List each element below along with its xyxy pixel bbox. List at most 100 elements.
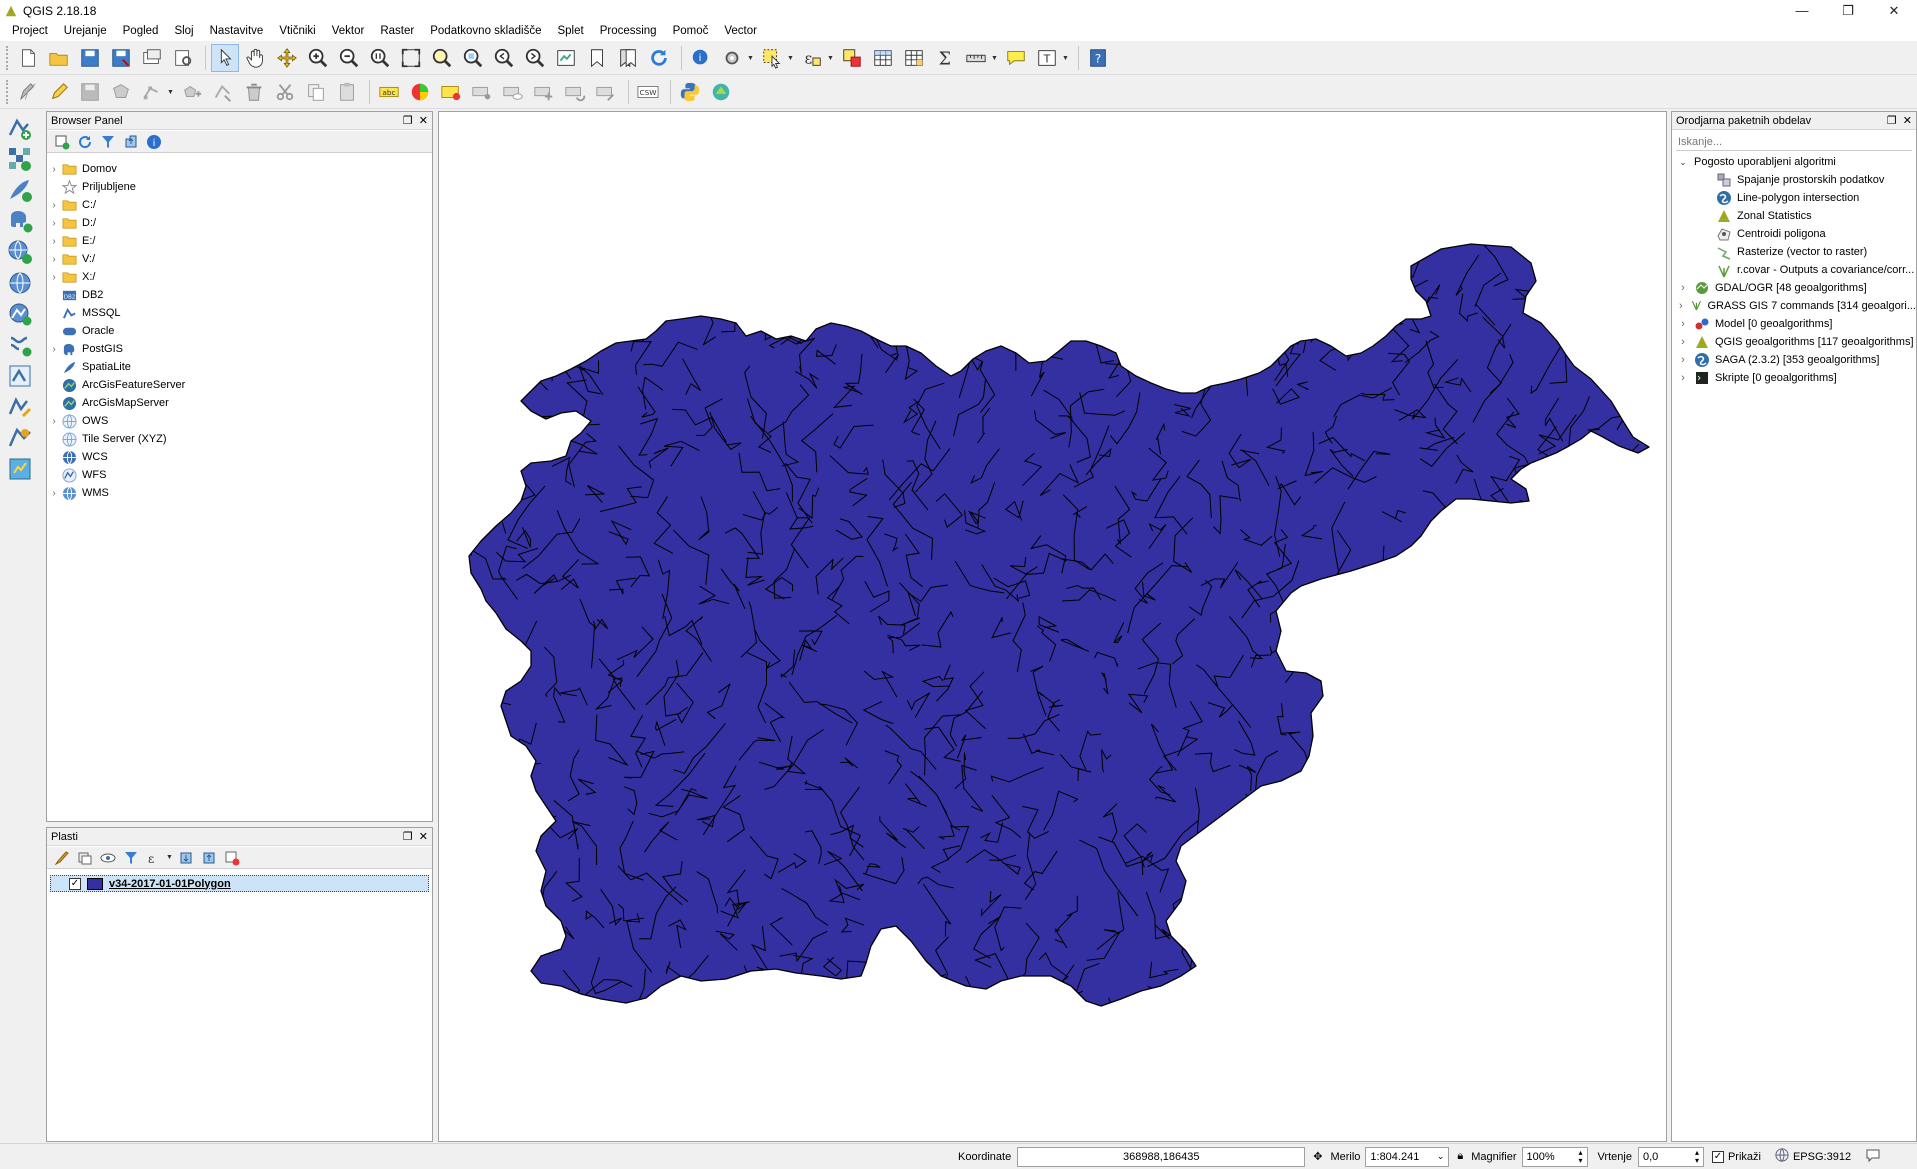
close-panel-icon[interactable]: ✕ xyxy=(1903,114,1912,127)
processing-provider-item[interactable]: › GDAL/OGR [48 geoalgorithms] xyxy=(1672,279,1916,297)
maximize-button[interactable]: ❐ xyxy=(1825,0,1871,21)
python-console-button[interactable] xyxy=(676,78,704,106)
chevron-right-icon[interactable]: › xyxy=(1672,282,1694,294)
open-attribute-table-button[interactable] xyxy=(869,44,897,72)
run-feature-action-button[interactable] xyxy=(718,44,746,72)
change-label-button[interactable] xyxy=(592,78,620,106)
copy-features-button[interactable] xyxy=(302,78,330,106)
select-features-button[interactable] xyxy=(758,44,786,72)
node-edit-button[interactable] xyxy=(209,78,237,106)
chevron-down-icon[interactable]: ⌄ xyxy=(1672,157,1694,168)
browser-item-d-drive[interactable]: › D:/ xyxy=(47,214,432,232)
diagram-button[interactable] xyxy=(406,78,434,106)
chevron-right-icon[interactable]: › xyxy=(47,488,61,499)
composer-manager-button[interactable] xyxy=(169,44,197,72)
processing-provider-item[interactable]: › Skripte [0 geoalgorithms] xyxy=(1672,369,1916,387)
chevron-down-icon[interactable]: ▼ xyxy=(166,854,174,861)
menu-raster[interactable]: Raster xyxy=(372,21,422,41)
deselect-features-button[interactable] xyxy=(838,44,866,72)
chevron-down-icon[interactable]: ▼ xyxy=(991,55,999,62)
chevron-down-icon[interactable]: ▼ xyxy=(827,55,835,62)
close-panel-icon[interactable]: ✕ xyxy=(419,114,428,127)
text-annotation-button[interactable]: T xyxy=(1033,44,1061,72)
menu-splet[interactable]: Splet xyxy=(549,21,591,41)
save-as-button[interactable] xyxy=(107,44,135,72)
open-field-calculator-button[interactable] xyxy=(900,44,928,72)
save-layer-edits-button[interactable] xyxy=(76,78,104,106)
new-shapefile-layer-button[interactable] xyxy=(3,392,37,422)
manage-visibility-button[interactable] xyxy=(99,849,117,867)
delete-selected-button[interactable] xyxy=(240,78,268,106)
layer-labeling-button[interactable]: abc xyxy=(375,78,403,106)
chevron-right-icon[interactable]: › xyxy=(47,236,61,247)
pan-to-selection-button[interactable] xyxy=(273,44,301,72)
processing-group-recent[interactable]: ⌄ Pogosto uporabljeni algoritmi xyxy=(1672,153,1916,171)
render-checkbox[interactable]: ✓ xyxy=(1711,1150,1724,1163)
chevron-down-icon[interactable]: ▼ xyxy=(747,55,755,62)
browser-item-priljubljene[interactable]: Priljubljene xyxy=(47,178,432,196)
processing-algorithm-item[interactable]: r.covar - Outputs a covariance/corr... xyxy=(1672,261,1916,279)
save-project-button[interactable] xyxy=(76,44,104,72)
browser-item-c-drive[interactable]: › C:/ xyxy=(47,196,432,214)
chevron-down-icon[interactable]: ▼ xyxy=(167,89,175,96)
menu-pogled[interactable]: Pogled xyxy=(115,21,167,41)
zoom-next-button[interactable] xyxy=(521,44,549,72)
float-panel-icon[interactable]: ❐ xyxy=(1887,114,1897,127)
menu-podatkovno-skladisce[interactable]: Podatkovno skladišče xyxy=(422,21,549,41)
browser-item-oracle[interactable]: Oracle xyxy=(47,322,432,340)
menu-urejanje[interactable]: Urejanje xyxy=(56,21,115,41)
chevron-right-icon[interactable]: › xyxy=(47,164,61,175)
close-button[interactable]: ✕ xyxy=(1871,0,1917,21)
browser-item-postgis[interactable]: › PostGIS xyxy=(47,340,432,358)
browser-item-mssql[interactable]: MSSQL xyxy=(47,304,432,322)
message-log-icon[interactable] xyxy=(1865,1147,1881,1166)
refresh-browser-button[interactable] xyxy=(76,133,94,151)
zoom-out-button[interactable] xyxy=(335,44,363,72)
processing-provider-item[interactable]: › SAGA (2.3.2) [353 geoalgorithms] xyxy=(1672,351,1916,369)
open-project-button[interactable] xyxy=(45,44,73,72)
layer-visibility-checkbox[interactable]: ✓ xyxy=(69,877,81,890)
refresh-button[interactable] xyxy=(645,44,673,72)
processing-provider-item[interactable]: › QGIS geoalgorithms [117 geoalgorithms] xyxy=(1672,333,1916,351)
menu-vector[interactable]: Vector xyxy=(716,21,765,41)
lock-icon[interactable]: 🔒︎ xyxy=(1457,1150,1463,1163)
filter-browser-button[interactable] xyxy=(99,133,117,151)
node-tool-button[interactable] xyxy=(138,78,166,106)
new-project-button[interactable] xyxy=(14,44,42,72)
menu-project[interactable]: Project xyxy=(4,21,56,41)
menu-sloj[interactable]: Sloj xyxy=(166,21,201,41)
new-bookmark-button[interactable] xyxy=(583,44,611,72)
zoom-full-button[interactable] xyxy=(397,44,425,72)
browser-item-wfs[interactable]: WFS xyxy=(47,466,432,484)
browser-item-spatialite[interactable]: SpatiaLite xyxy=(47,358,432,376)
processing-algorithm-item[interactable]: Spajanje prostorskih podatkov xyxy=(1672,171,1916,189)
add-selected-layers-button[interactable] xyxy=(53,133,71,151)
add-vector-layer-button[interactable] xyxy=(3,113,37,143)
pin-labels-button[interactable] xyxy=(468,78,496,106)
processing-toolbox-button[interactable] xyxy=(707,78,735,106)
menu-pomoc[interactable]: Pomoč xyxy=(665,21,717,41)
open-field-raster-button[interactable] xyxy=(3,454,37,484)
add-postgis-layer-button[interactable] xyxy=(3,206,37,236)
processing-algorithm-item[interactable]: Line-polygon intersection xyxy=(1672,189,1916,207)
chevron-right-icon[interactable]: › xyxy=(47,254,61,265)
menu-vektor[interactable]: Vektor xyxy=(324,21,373,41)
toggle-editing-button[interactable] xyxy=(45,78,73,106)
georeferencer-button[interactable] xyxy=(3,423,37,453)
current-edits-button[interactable] xyxy=(14,78,42,106)
zoom-to-layer-button[interactable] xyxy=(459,44,487,72)
layer-row[interactable]: ✓ v34-2017-01-01Polygon xyxy=(50,875,429,892)
zoom-last-button[interactable] xyxy=(490,44,518,72)
browser-item-wms[interactable]: › WMS xyxy=(47,484,432,502)
chevron-right-icon[interactable]: › xyxy=(1672,336,1694,348)
crs-globe-icon[interactable] xyxy=(1775,1148,1789,1165)
chevron-right-icon[interactable]: › xyxy=(47,416,61,427)
chevron-right-icon[interactable]: › xyxy=(47,272,61,283)
collapse-all-button[interactable] xyxy=(200,849,218,867)
chevron-right-icon[interactable]: › xyxy=(1672,318,1694,330)
expand-all-button[interactable] xyxy=(177,849,195,867)
filter-legend-button[interactable] xyxy=(122,849,140,867)
enable-properties-button[interactable]: i xyxy=(145,133,163,151)
zoom-in-button[interactable] xyxy=(304,44,332,72)
add-virtual-layer-button[interactable] xyxy=(3,361,37,391)
